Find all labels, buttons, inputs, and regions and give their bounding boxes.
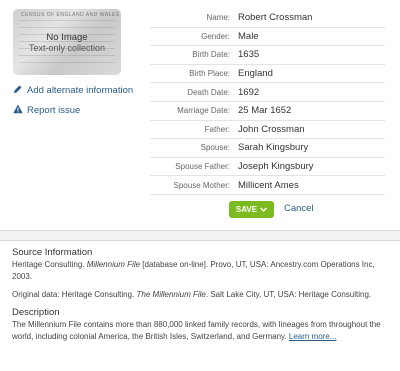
no-image-label: No Image bbox=[46, 32, 88, 43]
field-label: Birth Place: bbox=[189, 69, 230, 79]
original-data-text: Original data: Heritage Consulting. bbox=[12, 290, 137, 299]
original-data-text-end: . Salt Lake City, UT, USA: Heritage Cons… bbox=[205, 290, 372, 299]
field-label: Marriage Date: bbox=[177, 106, 230, 116]
save-button-label: SAVE bbox=[235, 205, 258, 214]
source-information-panel: Source Information Heritage Consulting. … bbox=[0, 240, 400, 371]
add-alternate-info-link[interactable]: Add alternate information bbox=[13, 84, 133, 97]
add-alternate-info-label: Add alternate information bbox=[27, 85, 134, 96]
field-value: 1692 bbox=[238, 86, 260, 98]
field-value: 25 Mar 1652 bbox=[238, 105, 292, 117]
field-row-gender: Gender: Male bbox=[150, 28, 385, 47]
original-data-title: The Millennium File bbox=[136, 290, 206, 299]
field-row-death-date: Death Date: 1692 bbox=[150, 83, 385, 102]
field-label: Name: bbox=[206, 13, 230, 23]
field-row-marriage-date: Marriage Date: 25 Mar 1652 bbox=[150, 102, 385, 121]
field-value: John Crossman bbox=[238, 123, 305, 135]
source-heading: Source Information bbox=[12, 247, 93, 258]
report-issue-label: Report issue bbox=[27, 105, 81, 116]
image-header-text: CENSUS OF ENGLAND AND WALES bbox=[21, 12, 120, 18]
field-row-birth-date: Birth Date: 1635 bbox=[150, 46, 385, 65]
record-card: CENSUS OF ENGLAND AND WALES No Image Tex… bbox=[0, 0, 400, 231]
field-row-spouse-father: Spouse Father: Joseph Kingsbury bbox=[150, 158, 385, 177]
text-only-label: Text-only collection bbox=[28, 43, 106, 53]
chevron-down-icon bbox=[260, 205, 268, 214]
field-label: Spouse Mother: bbox=[173, 180, 230, 190]
source-citation: Heritage Consulting. Millennium File [da… bbox=[12, 259, 388, 283]
learn-more-link[interactable]: Learn more... bbox=[289, 332, 337, 341]
field-value: Sarah Kingsbury bbox=[238, 142, 309, 154]
cancel-link[interactable]: Cancel bbox=[284, 203, 314, 214]
save-button[interactable]: SAVE bbox=[229, 201, 274, 218]
citation-text: Heritage Consulting. bbox=[12, 260, 87, 269]
field-label: Death Date: bbox=[187, 87, 230, 97]
field-value: Millicent Ames bbox=[238, 179, 299, 191]
field-label: Spouse Father: bbox=[175, 162, 230, 172]
field-label: Birth Date: bbox=[192, 50, 230, 60]
field-row-father: Father: John Crossman bbox=[150, 121, 385, 140]
record-image-thumbnail[interactable]: CENSUS OF ENGLAND AND WALES No Image Tex… bbox=[13, 9, 121, 75]
field-value: Joseph Kingsbury bbox=[238, 161, 314, 173]
field-row-spouse: Spouse: Sarah Kingsbury bbox=[150, 139, 385, 158]
record-fields: Name: Robert Crossman Gender: Male Birth… bbox=[150, 9, 385, 195]
citation-title: Millennium File bbox=[86, 260, 141, 269]
description-text: The Millennium File contains more than 8… bbox=[12, 319, 388, 343]
description-heading: Description bbox=[12, 307, 60, 318]
field-value: England bbox=[238, 68, 273, 80]
field-value: 1635 bbox=[238, 49, 260, 61]
pencil-icon bbox=[13, 84, 23, 97]
field-value: Male bbox=[238, 30, 259, 42]
field-row-birth-place: Birth Place: England bbox=[150, 65, 385, 84]
field-row-name: Name: Robert Crossman bbox=[150, 9, 385, 28]
field-label: Gender: bbox=[201, 31, 230, 41]
field-label: Spouse: bbox=[200, 143, 230, 153]
field-value: Robert Crossman bbox=[238, 12, 313, 24]
original-data: Original data: Heritage Consulting. The … bbox=[12, 289, 388, 301]
warning-icon bbox=[13, 104, 23, 117]
report-issue-link[interactable]: Report issue bbox=[13, 104, 80, 117]
field-row-spouse-mother: Spouse Mother: Millicent Ames bbox=[150, 176, 385, 195]
field-label: Father: bbox=[204, 124, 230, 134]
